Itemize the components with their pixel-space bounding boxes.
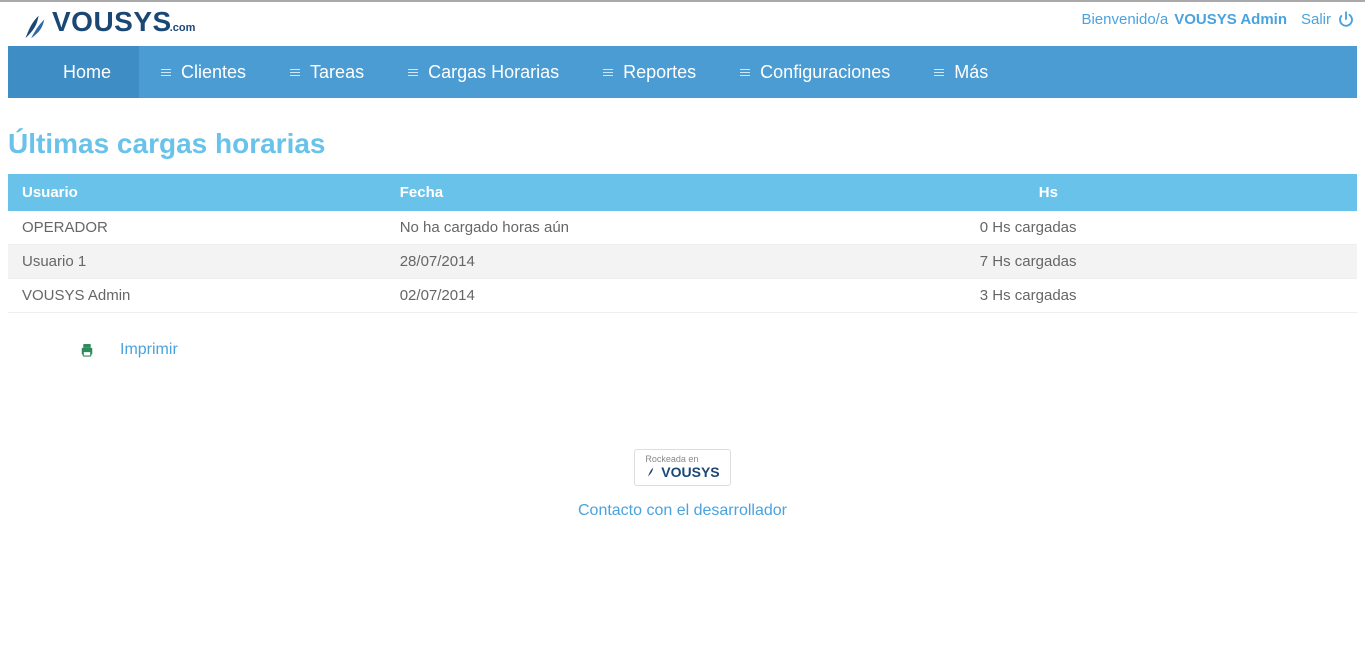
leaf-icon <box>18 12 48 42</box>
cell-hs: 0 Hs cargadas <box>966 211 1357 245</box>
cell-usuario: Usuario 1 <box>8 245 386 279</box>
cell-fecha: No ha cargado horas aún <box>386 211 966 245</box>
user-area: Bienvenido/a VOUSYS Admin Salir <box>1081 8 1355 28</box>
menu-icon <box>740 69 750 76</box>
welcome-prefix: Bienvenido/a <box>1081 11 1168 28</box>
cell-hs: 3 Hs cargadas <box>966 279 1357 313</box>
table-row: OPERADOR No ha cargado horas aún 0 Hs ca… <box>8 211 1357 245</box>
logo-suffix: .com <box>170 22 196 34</box>
print-link[interactable]: Imprimir <box>120 341 178 359</box>
nav-cargas-label: Cargas Horarias <box>428 62 559 83</box>
logout-link[interactable]: Salir <box>1301 11 1331 28</box>
nav-mas[interactable]: Más <box>912 46 1010 98</box>
nav-home-label: Home <box>63 62 111 83</box>
nav-clientes-label: Clientes <box>181 62 246 83</box>
menu-icon <box>603 69 613 76</box>
footer-logo-text: VOUSYS <box>661 464 719 480</box>
nav-tareas[interactable]: Tareas <box>268 46 386 98</box>
printer-icon[interactable] <box>78 341 96 359</box>
nav-reportes-label: Reportes <box>623 62 696 83</box>
nav-tareas-label: Tareas <box>310 62 364 83</box>
nav-config-label: Configuraciones <box>760 62 890 83</box>
nav-clientes[interactable]: Clientes <box>139 46 268 98</box>
topbar: VOUSYS.com Bienvenido/a VOUSYS Admin Sal… <box>0 2 1365 46</box>
nav-configuraciones[interactable]: Configuraciones <box>718 46 912 98</box>
hours-table: Usuario Fecha Hs OPERADOR No ha cargado … <box>8 174 1357 313</box>
logo-text: VOUSYS <box>52 6 172 37</box>
logo[interactable]: VOUSYS.com <box>18 8 195 36</box>
page-title: Últimas cargas horarias <box>8 128 1357 160</box>
power-icon[interactable] <box>1337 10 1355 28</box>
cell-usuario: OPERADOR <box>8 211 386 245</box>
col-hs: Hs <box>966 174 1357 211</box>
menu-icon <box>408 69 418 76</box>
nav-home[interactable]: Home <box>8 46 139 98</box>
nav-reportes[interactable]: Reportes <box>581 46 718 98</box>
menu-icon <box>290 69 300 76</box>
table-header-row: Usuario Fecha Hs <box>8 174 1357 211</box>
menu-icon <box>161 69 171 76</box>
footer-contact-link[interactable]: Contacto con el desarrollador <box>0 502 1365 520</box>
nav-cargas-horarias[interactable]: Cargas Horarias <box>386 46 581 98</box>
col-usuario: Usuario <box>8 174 386 211</box>
print-row: Imprimir <box>78 341 1365 359</box>
table-row: VOUSYS Admin 02/07/2014 3 Hs cargadas <box>8 279 1357 313</box>
table-row: Usuario 1 28/07/2014 7 Hs cargadas <box>8 245 1357 279</box>
col-fecha: Fecha <box>386 174 966 211</box>
menu-icon <box>934 69 944 76</box>
footer-card[interactable]: Rockeada en VOUSYS <box>634 449 730 486</box>
navbar: Home Clientes Tareas Cargas Horarias Rep… <box>8 46 1357 98</box>
cell-fecha: 02/07/2014 <box>386 279 966 313</box>
leaf-icon <box>645 466 657 478</box>
cell-usuario: VOUSYS Admin <box>8 279 386 313</box>
footer-rock-label: Rockeada en <box>645 454 719 464</box>
user-name: VOUSYS Admin <box>1174 11 1287 28</box>
cell-hs: 7 Hs cargadas <box>966 245 1357 279</box>
nav-mas-label: Más <box>954 62 988 83</box>
footer: Rockeada en VOUSYS Contacto con el desar… <box>0 449 1365 560</box>
cell-fecha: 28/07/2014 <box>386 245 966 279</box>
